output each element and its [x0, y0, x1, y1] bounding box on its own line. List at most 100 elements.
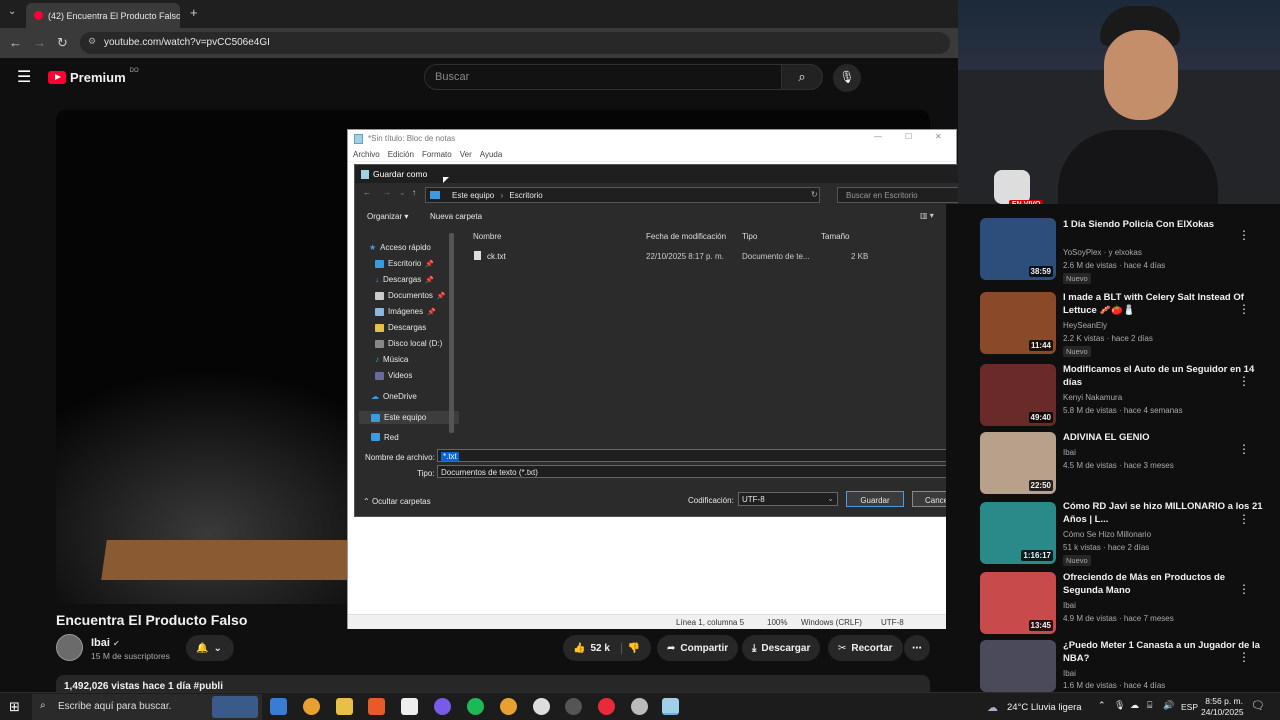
recommendation-item[interactable]: 13:45 Ofreciendo de Más en Productos de … — [980, 570, 1280, 636]
more-options-icon[interactable]: ⋮ — [1238, 374, 1250, 388]
path-este-equipo[interactable]: Este equipo — [452, 191, 494, 200]
site-info-icon[interactable]: ⚙ — [88, 36, 96, 47]
video-thumbnail[interactable] — [980, 640, 1056, 692]
recommendation-title[interactable]: Modificamos el Auto de un Seguidor en 14… — [1063, 363, 1263, 389]
menu-ver[interactable]: Ver — [460, 150, 472, 159]
back-icon[interactable]: ← — [9, 35, 22, 50]
organize-button[interactable]: Organizar ▾ — [367, 212, 408, 221]
folder-search-input[interactable]: Buscar en Escritorio — [837, 187, 962, 203]
more-options-icon[interactable]: ⋮ — [1238, 302, 1250, 316]
brave-icon[interactable] — [368, 698, 385, 715]
tree-musica[interactable]: ♪ Música — [375, 355, 408, 364]
recommendation-item[interactable]: 1:16:17 Cómo RD Javi se hizo MILLONARIO … — [980, 500, 1280, 566]
menu-archivo[interactable]: Archivo — [353, 150, 380, 159]
steam-icon[interactable] — [533, 698, 550, 715]
recommendation-channel[interactable]: HeySeanEly — [1063, 319, 1107, 332]
video-thumbnail[interactable]: 22:50 — [980, 432, 1056, 494]
copilot-icon[interactable] — [270, 698, 287, 715]
channel-avatar[interactable] — [56, 634, 83, 661]
menu-ayuda[interactable]: Ayuda — [480, 150, 503, 159]
microphone-icon[interactable]: 🎙 — [833, 64, 861, 92]
tree-videos[interactable]: Videos — [375, 371, 412, 380]
video-thumbnail[interactable]: 38:59 — [980, 218, 1056, 280]
up-arrow-icon[interactable]: ↑ — [412, 188, 416, 197]
youtube-logo[interactable]: Premium DO — [48, 68, 139, 85]
like-button[interactable]: 👍 52 k 👎 — [563, 635, 651, 661]
tree-disco-local[interactable]: Disco local (D:) — [375, 339, 442, 348]
save-button[interactable]: Guardar — [846, 491, 904, 507]
tree-descargas[interactable]: ↓ Descargas 📌 — [375, 275, 434, 284]
video-thumbnail[interactable]: 11:44 — [980, 292, 1056, 354]
tray-chevron-icon[interactable]: ⌃ — [1098, 700, 1106, 711]
column-name[interactable]: Nombre — [473, 232, 501, 241]
menu-icon[interactable]: ☰ — [17, 67, 31, 87]
tree-imagenes[interactable]: Imágenes 📌 — [375, 307, 436, 316]
tree-documentos[interactable]: Documentos 📌 — [375, 291, 446, 300]
weather-text[interactable]: 24°C Lluvia ligera — [1007, 702, 1082, 713]
column-size[interactable]: Tamaño — [821, 232, 849, 241]
notifications-button[interactable]: 🔔 ⌄ — [186, 635, 234, 661]
column-date[interactable]: Fecha de modificación — [646, 232, 726, 241]
file-explorer-icon[interactable] — [336, 698, 353, 715]
more-options-icon[interactable]: ⋮ — [1238, 582, 1250, 596]
notification-icon[interactable]: 🗨 — [1251, 699, 1265, 712]
recommendation-item[interactable]: ¿Puedo Meter 1 Canasta a un Jugador de l… — [980, 638, 1280, 692]
recommendation-item[interactable]: 22:50 ADIVINA EL GENIO Ibai 4.5 M de vis… — [980, 430, 1280, 496]
minimize-icon[interactable]: — — [874, 132, 882, 141]
clock-date[interactable]: 24/10/2025 — [1201, 707, 1244, 717]
path-escritorio[interactable]: Escritorio — [509, 191, 542, 200]
recommendation-channel[interactable]: Ibai — [1063, 446, 1076, 459]
tree-onedrive[interactable]: ☁ OneDrive — [371, 392, 417, 401]
more-options-icon[interactable]: ⋮ — [1238, 512, 1250, 526]
back-arrow-icon[interactable]: ← — [363, 188, 371, 197]
recommendation-item[interactable]: 11:44 I made a BLT with Celery Salt Inst… — [980, 290, 1280, 357]
recommendation-title[interactable]: Ofreciendo de Más en Productos de Segund… — [1063, 571, 1263, 597]
spotify-icon[interactable] — [467, 698, 484, 715]
recommendation-item[interactable]: 38:59 1 Día Siendo Policía Con ElXokas Y… — [980, 216, 1280, 284]
tree-scrollbar[interactable] — [449, 233, 454, 433]
forward-arrow-icon[interactable]: → — [383, 188, 391, 197]
recommendation-title[interactable]: 1 Día Siendo Policía Con ElXokas — [1063, 218, 1263, 231]
app-icon[interactable] — [434, 698, 451, 715]
video-thumbnail[interactable]: 49:40 — [980, 364, 1056, 426]
recommendation-channel[interactable]: Cómo Se Hizo Millonario — [1063, 528, 1151, 541]
refresh-icon[interactable]: ↻ — [811, 190, 818, 199]
address-bar[interactable]: ⚙ youtube.com/watch?v=pvCC506e4GI — [80, 32, 950, 54]
share-button[interactable]: ➦ Compartir — [657, 635, 739, 661]
mic-tray-icon[interactable]: 🎙 — [1114, 700, 1125, 711]
more-options-icon[interactable]: ⋮ — [1238, 228, 1250, 242]
more-actions-icon[interactable]: ⋯ — [904, 635, 930, 661]
windows-start-icon[interactable]: ⊞ — [9, 699, 20, 715]
close-window-icon[interactable]: ✕ — [935, 132, 942, 141]
recent-chevron-icon[interactable]: ⌄ — [399, 188, 406, 197]
clip-button[interactable]: ✂ Recortar — [828, 635, 903, 661]
address-box[interactable]: Este equipo › Escritorio ↻ — [425, 187, 820, 203]
recommendation-channel[interactable]: Kenyi Nakamura — [1063, 391, 1122, 404]
network-icon[interactable]: ⌸ — [1147, 700, 1152, 711]
tab-search-icon[interactable]: ⌄ — [8, 6, 16, 17]
view-options-icon[interactable]: ▥ ▾ — [920, 211, 934, 220]
chrome-icon[interactable] — [303, 698, 320, 715]
app-icon-2[interactable] — [631, 698, 648, 715]
save-as-dialog[interactable]: Guardar como ← → ⌄ ↑ Este equipo › Escri… — [354, 164, 977, 517]
download-button[interactable]: ⤓ Descargar — [742, 635, 821, 661]
file-row[interactable]: ck.txt 22/10/2025 8:17 p. m. Documento d… — [465, 249, 875, 265]
hide-folders-button[interactable]: ⌃ Ocultar carpetas — [363, 497, 431, 506]
onedrive-tray-icon[interactable]: ☁ — [1130, 700, 1139, 711]
video-thumbnail[interactable]: 1:16:17 — [980, 502, 1056, 564]
tree-red[interactable]: Red — [371, 432, 399, 442]
new-tab-icon[interactable]: + — [190, 5, 198, 20]
tree-descargas-2[interactable]: Descargas — [375, 323, 426, 332]
taskbar-search-input[interactable]: ⌕ Escribe aquí para buscar. — [32, 694, 262, 720]
more-options-icon[interactable]: ⋮ — [1238, 442, 1250, 456]
obs-icon[interactable] — [565, 698, 582, 715]
search-input[interactable]: Buscar — [424, 64, 782, 90]
channel-name[interactable]: Ibai ✔ — [91, 637, 120, 649]
more-options-icon[interactable]: ⋮ — [1238, 650, 1250, 664]
type-select[interactable]: Documentos de texto (*.txt) — [437, 465, 977, 478]
browser-tab[interactable]: (42) Encuentra El Producto Falso ✕ — [26, 3, 180, 28]
column-type[interactable]: Tipo — [742, 232, 757, 241]
new-folder-button[interactable]: Nueva carpeta — [430, 212, 482, 221]
recommendation-title[interactable]: Cómo RD Javi se hizo MILLONARIO a los 21… — [1063, 500, 1263, 526]
language-indicator[interactable]: ESP — [1181, 702, 1198, 712]
